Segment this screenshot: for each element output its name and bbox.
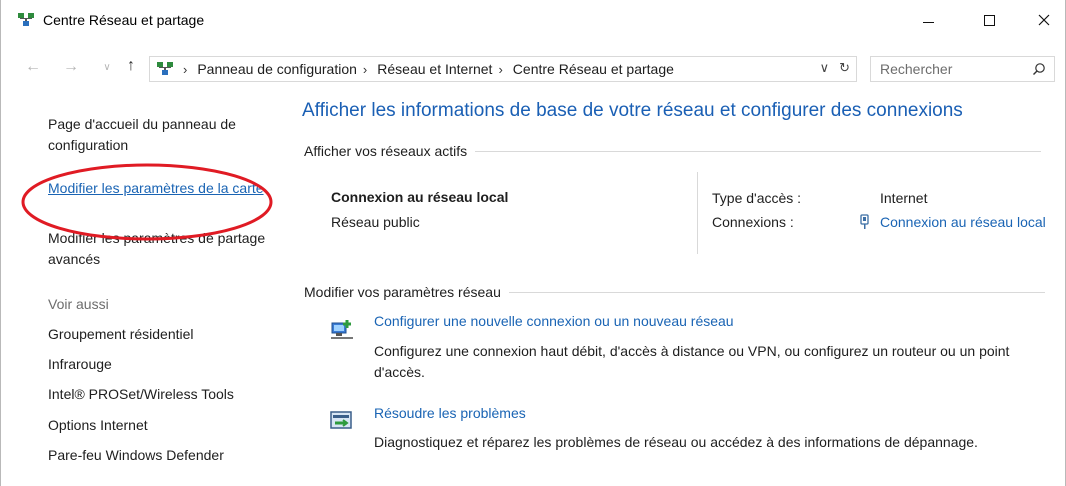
breadcrumb-network-internet[interactable]: Réseau et Internet [377,61,492,77]
network-category: Réseau public [331,214,420,230]
connections-label: Connexions : [712,214,794,230]
address-bar[interactable]: › Panneau de configuration › Réseau et I… [149,56,857,82]
close-button[interactable] [1021,0,1066,40]
breadcrumb-network-center[interactable]: Centre Réseau et partage [513,61,674,77]
search-box[interactable] [870,56,1055,82]
active-networks-label: Afficher vos réseaux actifs [304,143,468,159]
access-type-value: Internet [880,190,928,206]
annotation-ellipse [21,163,273,241]
minimize-icon [922,21,934,23]
section-divider [508,291,1045,293]
address-bar-controls: ∨ ↻ [820,60,850,76]
refresh-icon[interactable]: ↻ [839,60,850,76]
network-center-icon [157,62,173,75]
breadcrumb-control-panel[interactable]: Panneau de configuration [197,61,357,77]
active-networks-heading: Afficher vos réseaux actifs [304,143,1042,159]
navigation-bar: ← → ∨ ↑ › Panneau de configuration › Rés… [1,52,1065,86]
see-also-infrared-link[interactable]: Infrarouge [48,354,112,375]
see-also-intel-proset-link[interactable]: Intel® PROSet/Wireless Tools [48,384,234,405]
control-panel-home-link[interactable]: Page d'accueil du panneau de configurati… [48,114,278,156]
new-connection-icon [331,320,353,339]
search-icon[interactable] [1032,62,1046,76]
network-center-icon [18,13,34,26]
see-also-homegroup-link[interactable]: Groupement résidentiel [48,324,194,345]
up-arrow-icon[interactable]: ↑ [121,57,141,75]
recent-locations-chevron-icon[interactable]: ∨ [97,62,117,73]
page-title: Afficher les informations de base de vot… [302,100,963,121]
modify-settings-heading: Modifier vos paramètres réseau [304,284,1045,300]
minimize-button[interactable] [905,0,951,40]
access-type-label: Type d'accès : [712,190,802,206]
see-also-internet-options-link[interactable]: Options Internet [48,415,148,436]
forward-arrow-icon[interactable]: → [61,58,81,76]
modify-settings-label: Modifier vos paramètres réseau [304,284,501,300]
setup-new-connection-link[interactable]: Configurer une nouvelle connexion ou un … [374,313,734,329]
network-sharing-center-window: Centre Réseau et partage ← → ∨ ↑ › Panne… [0,0,1066,486]
troubleshoot-icon [330,411,352,429]
chevron-right-icon[interactable]: › [363,62,367,77]
address-dropdown-icon[interactable]: ∨ [820,60,830,76]
maximize-icon [983,14,995,26]
network-info-divider [697,172,698,254]
chevron-right-icon[interactable]: › [498,62,502,77]
ethernet-connection-icon[interactable] [859,214,870,230]
window-title: Centre Réseau et partage [43,12,205,28]
chevron-right-icon[interactable]: › [183,62,187,77]
back-arrow-icon[interactable]: ← [23,58,43,76]
maximize-button[interactable] [966,0,1012,40]
section-divider [475,150,1042,152]
title-bar: Centre Réseau et partage [1,0,1065,40]
connection-link[interactable]: Connexion au réseau local [880,214,1046,230]
see-also-label: Voir aussi [48,296,109,312]
see-also-firewall-link[interactable]: Pare-feu Windows Defender [48,445,224,466]
troubleshoot-link[interactable]: Résoudre les problèmes [374,405,526,421]
network-name: Connexion au réseau local [331,189,509,205]
troubleshoot-description: Diagnostiquez et réparez les problèmes d… [374,434,978,450]
search-input[interactable] [871,57,1021,81]
close-icon [1038,14,1050,26]
setup-new-connection-description: Configurez une connexion haut débit, d'a… [374,343,1010,380]
